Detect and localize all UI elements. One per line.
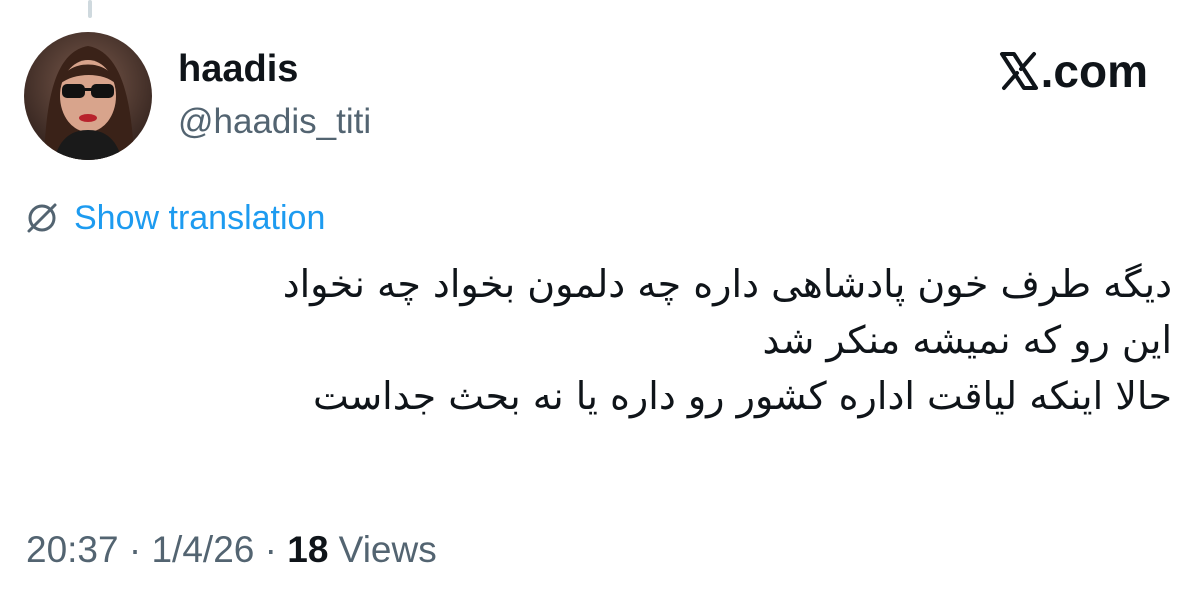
x-logo-icon <box>999 52 1038 90</box>
tweet-text-line: حالا اینکه لیاقت اداره کشور رو داره یا ن… <box>313 374 1172 418</box>
tweet-metadata: 20:37 · 1/4/26 · 18 Views <box>26 526 437 574</box>
views-count[interactable]: 18 <box>287 529 328 570</box>
tweet-text-line: این رو که نمیشه منکر شد <box>762 318 1172 362</box>
avatar[interactable] <box>24 32 152 160</box>
tweet-text-line: دیگه طرف خون پادشاهی داره چه دلمون بخواد… <box>282 262 1172 306</box>
views-label: Views <box>328 529 437 570</box>
profile-photo <box>24 32 152 160</box>
tweet-text: دیگه طرف خون پادشاهی داره چه دلمون بخواد… <box>32 256 1172 424</box>
meta-separator: · <box>118 529 152 570</box>
display-name[interactable]: haadis <box>178 46 298 92</box>
tweet-date[interactable]: 1/4/26 <box>151 529 254 570</box>
brand-domain-label: .com <box>1040 45 1148 97</box>
tweet-time[interactable]: 20:37 <box>26 529 119 570</box>
username-handle[interactable]: @haadis_titi <box>178 100 371 144</box>
globe-translate-icon <box>27 203 57 233</box>
thread-connector-line <box>88 0 92 18</box>
show-translation-button[interactable]: Show translation <box>22 196 325 240</box>
meta-separator: · <box>254 529 288 570</box>
show-translation-label: Show translation <box>74 199 326 237</box>
x-brand-link[interactable]: .com <box>999 44 1148 98</box>
